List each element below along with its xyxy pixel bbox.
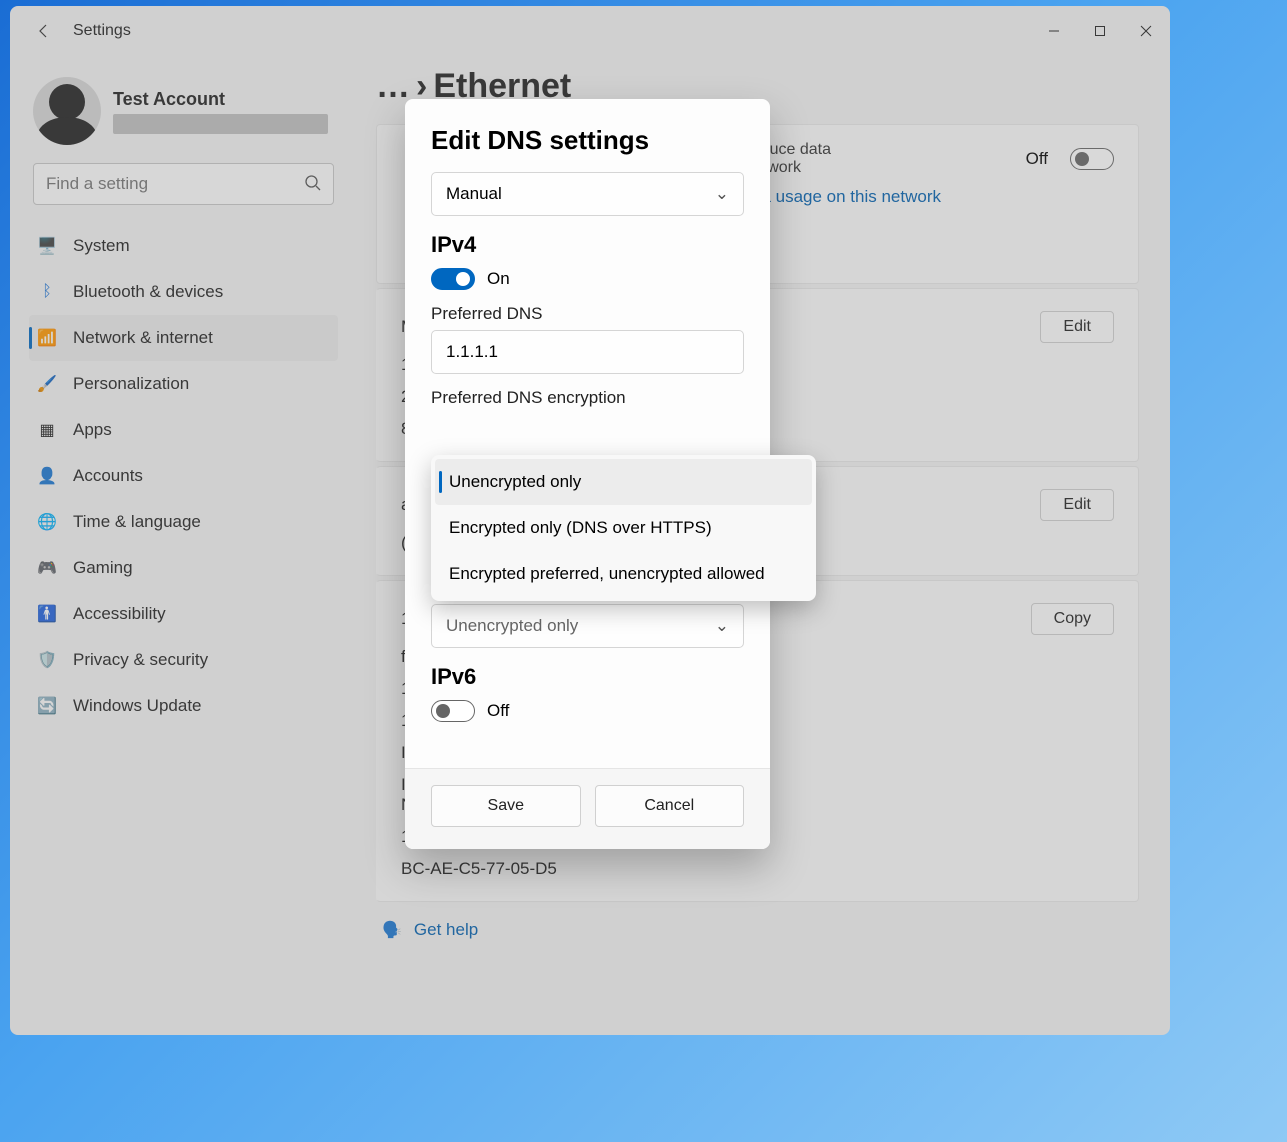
ipv6-toggle[interactable] [431, 700, 475, 722]
cancel-button[interactable]: Cancel [595, 785, 745, 827]
dialog-title: Edit DNS settings [431, 125, 744, 156]
dropdown-option[interactable]: Encrypted preferred, unencrypted allowed [435, 551, 812, 597]
option-label: Unencrypted only [449, 472, 581, 492]
option-label: Encrypted preferred, unencrypted allowed [449, 564, 765, 584]
dropdown-option[interactable]: Unencrypted only [435, 459, 812, 505]
alternate-dns-enc-select[interactable]: Unencrypted only ⌄ [431, 604, 744, 648]
preferred-dns-label: Preferred DNS [431, 304, 744, 324]
preferred-dns-enc-label: Preferred DNS encryption [431, 388, 744, 408]
dns-mode-select[interactable]: Manual ⌄ [431, 172, 744, 216]
settings-window: Settings Test Account 🖥️System ᛒBluetoo [10, 6, 1170, 1035]
save-button[interactable]: Save [431, 785, 581, 827]
ipv4-state: On [487, 269, 510, 289]
dropdown-option[interactable]: Encrypted only (DNS over HTTPS) [435, 505, 812, 551]
chevron-down-icon: ⌄ [715, 616, 729, 636]
preferred-dns-enc-dropdown: Unencrypted only Encrypted only (DNS ove… [431, 455, 816, 601]
option-label: Encrypted only (DNS over HTTPS) [449, 518, 712, 538]
select-value: Unencrypted only [446, 616, 578, 636]
preferred-dns-field[interactable] [431, 330, 744, 374]
select-value: Manual [446, 184, 502, 204]
ipv4-heading: IPv4 [431, 232, 744, 258]
ipv6-heading: IPv6 [431, 664, 744, 690]
ipv6-state: Off [487, 701, 509, 721]
ipv4-toggle[interactable] [431, 268, 475, 290]
chevron-down-icon: ⌄ [715, 184, 729, 204]
preferred-dns-input[interactable] [446, 342, 729, 362]
